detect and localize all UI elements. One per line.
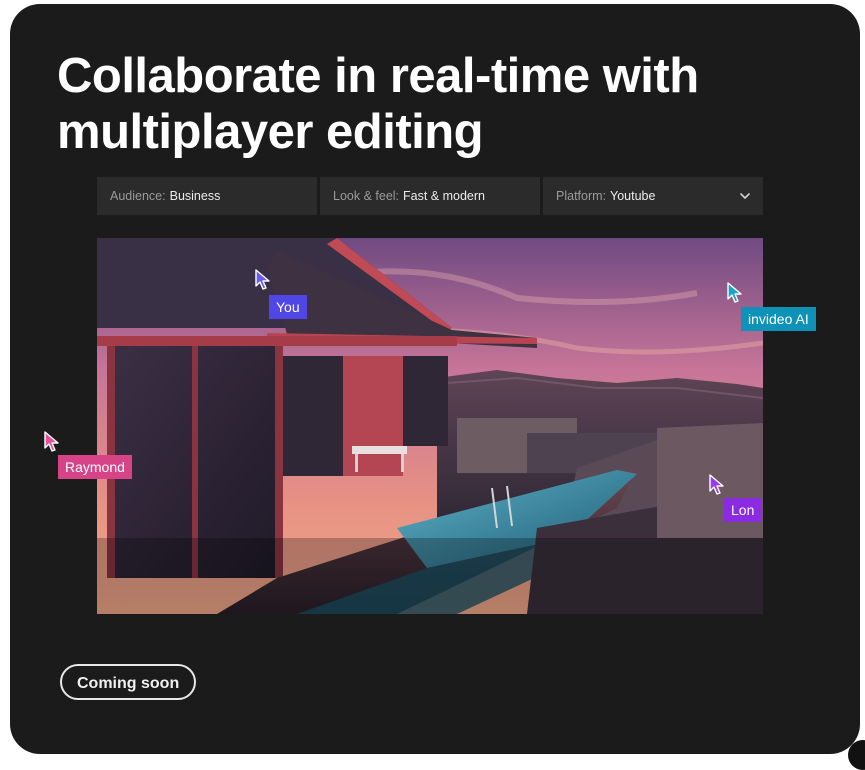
platform-filter-label: Platform:: [556, 189, 607, 203]
lon-label: Lon: [724, 498, 762, 522]
raymond-cursor-icon: [44, 431, 59, 452]
look-and-feel-filter-label: Look & feel:: [333, 189, 400, 203]
feature-card: Collaborate in real-time with multiplaye…: [10, 4, 860, 754]
filter-bar: Audience: Business Look & feel: Fast & m…: [97, 177, 763, 215]
invideo-ai-cursor-icon: [727, 282, 742, 303]
platform-filter-value: Youtube: [610, 189, 656, 203]
coming-soon-button[interactable]: Coming soon: [60, 664, 197, 700]
corner-badge: [848, 740, 865, 770]
you-label: You: [269, 295, 307, 319]
raymond-label: Raymond: [58, 455, 132, 479]
audience-filter[interactable]: Audience: Business: [97, 177, 317, 215]
lon-cursor-icon: [709, 474, 724, 495]
audience-filter-value: Business: [169, 189, 221, 203]
house-pool-sunset-image: [97, 238, 763, 614]
chevron-down-icon[interactable]: [739, 190, 751, 202]
invideo-ai-label: invideo AI: [741, 307, 816, 331]
platform-filter[interactable]: Platform: Youtube: [543, 177, 763, 215]
look-and-feel-filter[interactable]: Look & feel: Fast & modern: [320, 177, 540, 215]
look-and-feel-filter-value: Fast & modern: [403, 189, 485, 203]
you-cursor-icon: [255, 269, 270, 290]
feature-heading: Collaborate in real-time with multiplaye…: [57, 49, 699, 159]
audience-filter-label: Audience:: [110, 189, 166, 203]
